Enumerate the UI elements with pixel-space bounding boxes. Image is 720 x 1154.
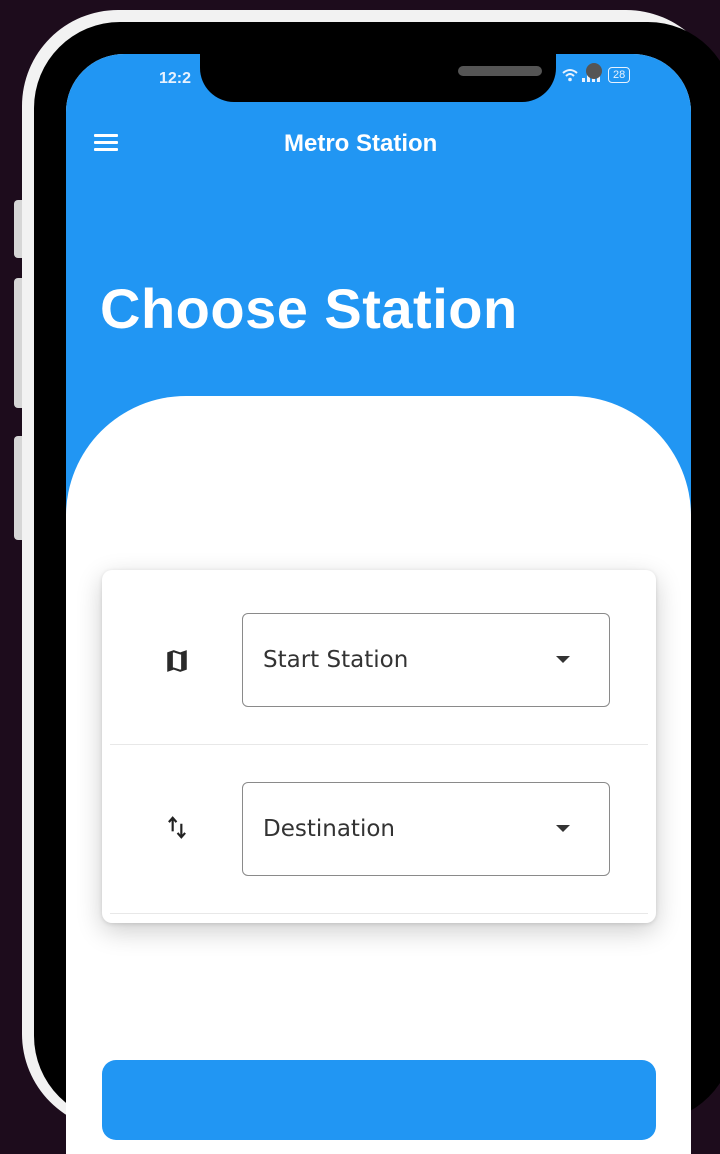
map-icon [167,650,187,672]
start-station-dropdown[interactable]: Start Station [242,613,610,707]
swap-vertical-icon [168,816,186,839]
hamburger-menu-icon[interactable] [94,134,118,154]
wifi-icon [562,69,578,82]
phone-screen: 12:2 28 Metro Station Choose Station Sta… [66,54,691,1154]
primary-action-button[interactable] [102,1060,656,1140]
battery-indicator: 28 [608,67,631,83]
status-time: 12:2 [159,70,192,87]
row-divider [110,913,648,914]
dropdown-arrow-icon [556,825,570,832]
station-form-card: Start Station Destination [102,570,656,923]
dropdown-arrow-icon [556,656,570,663]
speaker-grille [458,66,542,76]
start-station-row: Start Station [102,570,656,740]
toolbar-title: Metro Station [284,130,438,157]
front-camera [586,63,602,79]
destination-value: Destination [263,816,395,842]
destination-dropdown[interactable]: Destination [242,782,610,876]
page-title: Choose Station [100,277,518,340]
start-station-value: Start Station [263,647,409,673]
destination-row: Destination [102,742,656,912]
camera-notch [200,54,602,102]
